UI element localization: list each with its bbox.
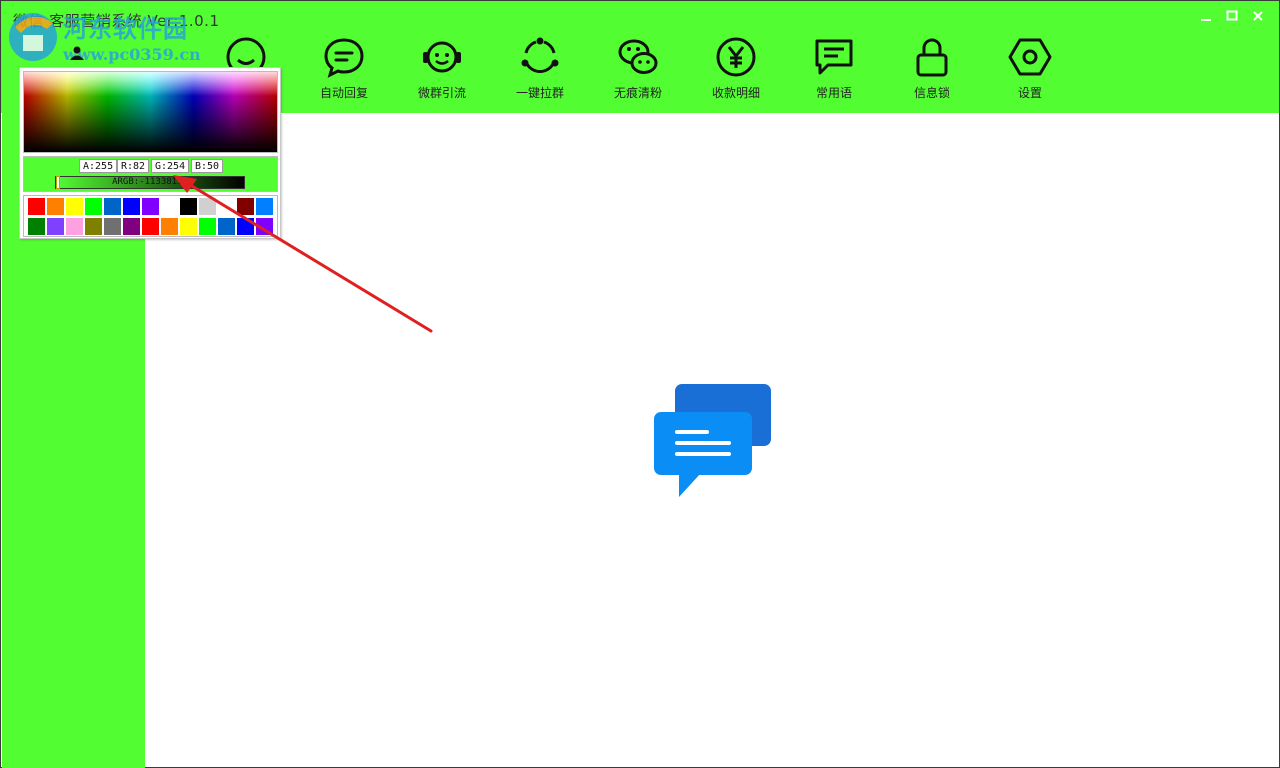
annotation-arrow (173, 175, 433, 333)
app-window: 微信 客服营销系统 Ver:1.0.1 河东软件园 www.pc0359.cn (0, 0, 1280, 768)
